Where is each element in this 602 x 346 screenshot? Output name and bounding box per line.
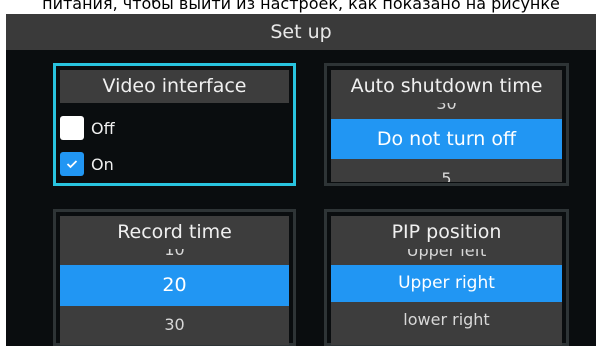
- option-on-label: On: [91, 154, 114, 174]
- checkbox-off[interactable]: [60, 116, 84, 140]
- option-off[interactable]: Off: [60, 116, 115, 140]
- pip-position-picker[interactable]: Upper left Upper right lower right: [331, 249, 562, 345]
- checkbox-on[interactable]: [60, 152, 84, 176]
- document-caption: питания, чтобы выйти из настроек, как по…: [42, 0, 560, 13]
- settings-screen: Set up Video interface Off On Auto shutd…: [6, 14, 596, 346]
- pip-position-panel[interactable]: PIP position Upper left Upper right lowe…: [324, 209, 569, 346]
- video-interface-panel[interactable]: Video interface Off On: [53, 63, 296, 186]
- picker-selected-item[interactable]: Upper right: [331, 265, 562, 302]
- option-on[interactable]: On: [60, 152, 114, 176]
- picker-next-item[interactable]: 5: [331, 169, 562, 182]
- checkmark-icon: [66, 160, 78, 169]
- picker-selected-item[interactable]: Do not turn off: [331, 119, 562, 159]
- option-off-label: Off: [91, 118, 115, 138]
- auto-shutdown-title: Auto shutdown time: [331, 70, 562, 103]
- picker-next-item[interactable]: 30: [60, 315, 289, 335]
- pip-position-title: PIP position: [331, 216, 562, 249]
- auto-shutdown-picker[interactable]: 30 Do not turn off 5: [331, 103, 562, 182]
- record-time-picker[interactable]: 10 20 30: [60, 249, 289, 345]
- video-interface-title: Video interface: [60, 70, 289, 103]
- auto-shutdown-panel[interactable]: Auto shutdown time 30 Do not turn off 5: [324, 63, 569, 186]
- picker-prev-item[interactable]: Upper left: [331, 249, 562, 261]
- picker-next-item[interactable]: lower right: [331, 310, 562, 330]
- record-time-title: Record time: [60, 216, 289, 249]
- picker-prev-item[interactable]: 10: [60, 249, 289, 260]
- page-title: Set up: [6, 14, 596, 50]
- picker-prev-item[interactable]: 30: [331, 103, 562, 114]
- picker-selected-item[interactable]: 20: [60, 265, 289, 306]
- record-time-panel[interactable]: Record time 10 20 30: [53, 209, 296, 346]
